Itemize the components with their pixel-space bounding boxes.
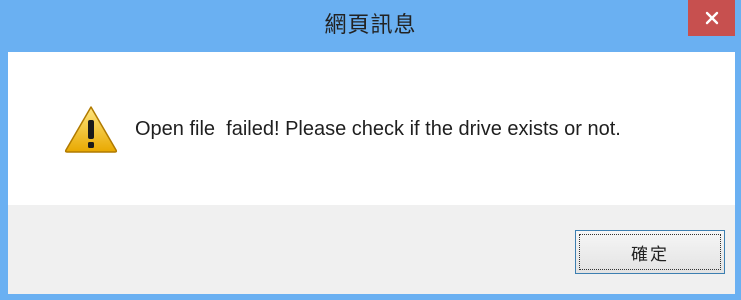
dialog-content: Open file failed! Please check if the dr… bbox=[8, 52, 735, 205]
close-button[interactable] bbox=[688, 0, 735, 36]
dialog-message: Open file failed! Please check if the dr… bbox=[135, 118, 621, 140]
dialog-title: 網頁訊息 bbox=[324, 13, 417, 38]
close-icon bbox=[705, 11, 718, 25]
message-dialog: 網頁訊息 Open file failed! Please check if t… bbox=[0, 0, 741, 300]
window-bottom-border bbox=[0, 294, 741, 300]
warning-icon bbox=[64, 106, 118, 153]
ok-button-label: 確定 bbox=[631, 244, 669, 265]
title-bar[interactable]: 網頁訊息 bbox=[0, 0, 741, 52]
dialog-footer: 確定 bbox=[8, 205, 735, 294]
ok-button[interactable]: 確定 bbox=[575, 230, 725, 274]
